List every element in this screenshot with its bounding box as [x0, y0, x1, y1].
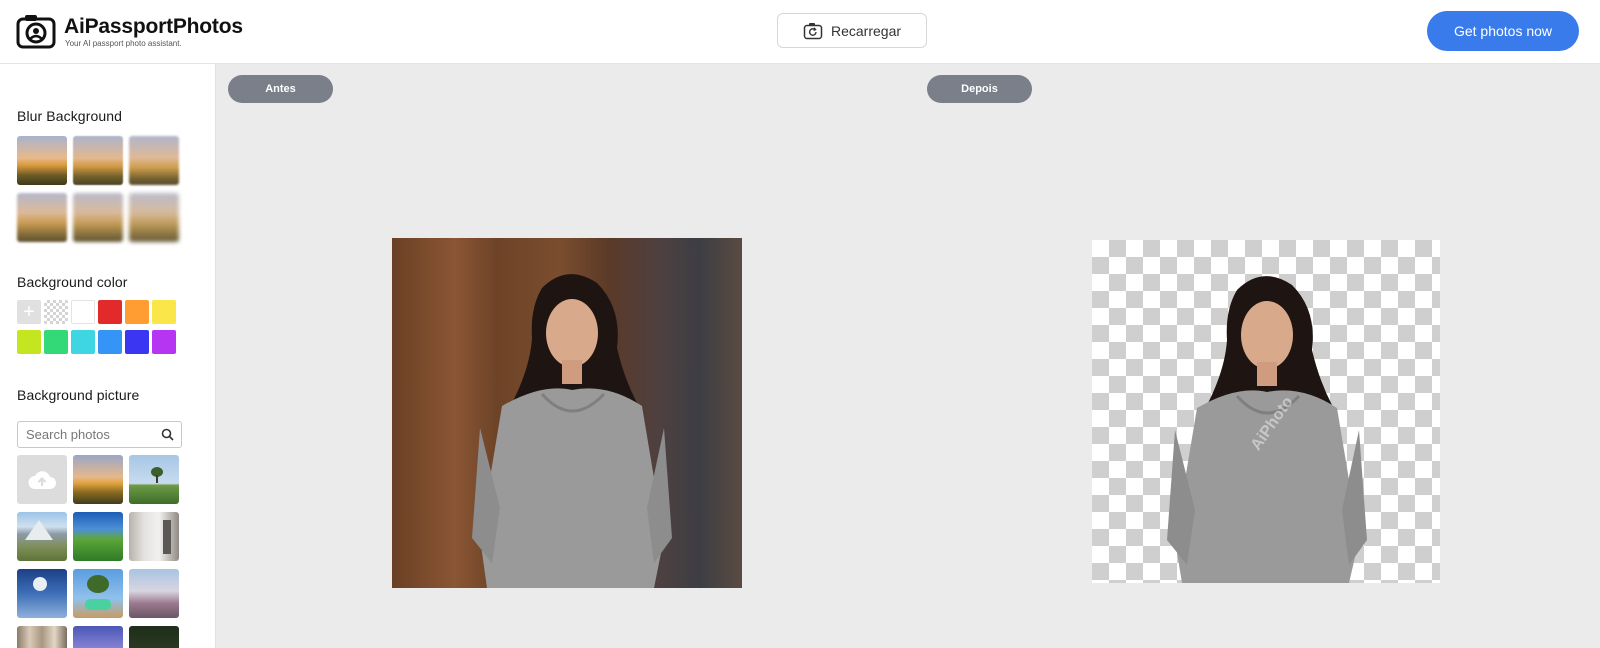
cyan-color-swatch[interactable]: [71, 330, 95, 354]
yellow-color-swatch[interactable]: [152, 300, 176, 324]
indigo-color-swatch[interactable]: [125, 330, 149, 354]
background-color-title: Background color: [17, 274, 128, 290]
get-photos-button[interactable]: Get photos now: [1427, 11, 1579, 51]
app-name: AiPassportPhotos: [64, 14, 243, 38]
blur-level-5-thumb[interactable]: [73, 193, 123, 242]
blur-background-title: Blur Background: [17, 108, 123, 124]
purple-color-swatch[interactable]: [152, 330, 176, 354]
lime-color-swatch[interactable]: [17, 330, 41, 354]
reload-label: Recarregar: [830, 22, 902, 39]
purple-sky-picture-thumb[interactable]: [73, 626, 123, 648]
search-photos-box: [17, 421, 182, 448]
green-car-picture-thumb[interactable]: [73, 569, 123, 618]
after-photo: AiPhoto: [1092, 240, 1440, 583]
white-color-swatch[interactable]: [71, 300, 95, 324]
red-color-swatch[interactable]: [98, 300, 122, 324]
cloud-upload-icon: [28, 470, 56, 489]
transparent-color-swatch[interactable]: [44, 300, 68, 324]
blur-level-6-thumb[interactable]: [129, 193, 179, 242]
blur-level-3-thumb[interactable]: [129, 136, 179, 185]
green-hills-picture-thumb[interactable]: [73, 512, 123, 561]
lavender-field-picture-thumb[interactable]: [129, 569, 179, 618]
sidebar: Blur Background Background color + Backg…: [0, 64, 216, 648]
lone-tree-picture-thumb[interactable]: [129, 455, 179, 504]
reload-button[interactable]: Recarregar: [777, 13, 927, 48]
before-photo: [392, 238, 742, 588]
blue-color-swatch[interactable]: [98, 330, 122, 354]
camera-logo-icon: [16, 15, 56, 49]
logo[interactable]: AiPassportPhotos Your AI passport photo …: [16, 13, 243, 49]
mountain-picture-thumb[interactable]: [17, 512, 67, 561]
moon-sky-picture-thumb[interactable]: [17, 569, 67, 618]
blur-level-1-thumb[interactable]: [17, 136, 67, 185]
after-label: Depois: [927, 75, 1032, 103]
app-tagline: Your AI passport photo assistant.: [65, 38, 182, 48]
search-icon[interactable]: [161, 428, 174, 441]
person-before-illustration: [472, 274, 672, 588]
before-label: Antes: [228, 75, 333, 103]
top-header: AiPassportPhotos Your AI passport photo …: [0, 0, 1600, 64]
orange-color-swatch[interactable]: [125, 300, 149, 324]
green-color-swatch[interactable]: [44, 330, 68, 354]
person-after-illustration: [1167, 276, 1367, 583]
background-picture-title: Background picture: [17, 387, 140, 403]
blur-level-2-thumb[interactable]: [73, 136, 123, 185]
blur-level-4-thumb[interactable]: [17, 193, 67, 242]
sunset-field-picture-thumb[interactable]: [73, 455, 123, 504]
comparison-area: Antes Depois AiPhoto: [217, 65, 1600, 648]
interior-room-picture-thumb[interactable]: [129, 512, 179, 561]
custom-color-add-swatch[interactable]: +: [17, 300, 41, 324]
curtain-picture-thumb[interactable]: [17, 626, 67, 648]
camera-reload-icon: [803, 22, 823, 39]
dark-forest-picture-thumb[interactable]: [129, 626, 179, 648]
upload-picture-thumb[interactable]: [17, 455, 67, 504]
search-photos-input[interactable]: [18, 422, 148, 447]
